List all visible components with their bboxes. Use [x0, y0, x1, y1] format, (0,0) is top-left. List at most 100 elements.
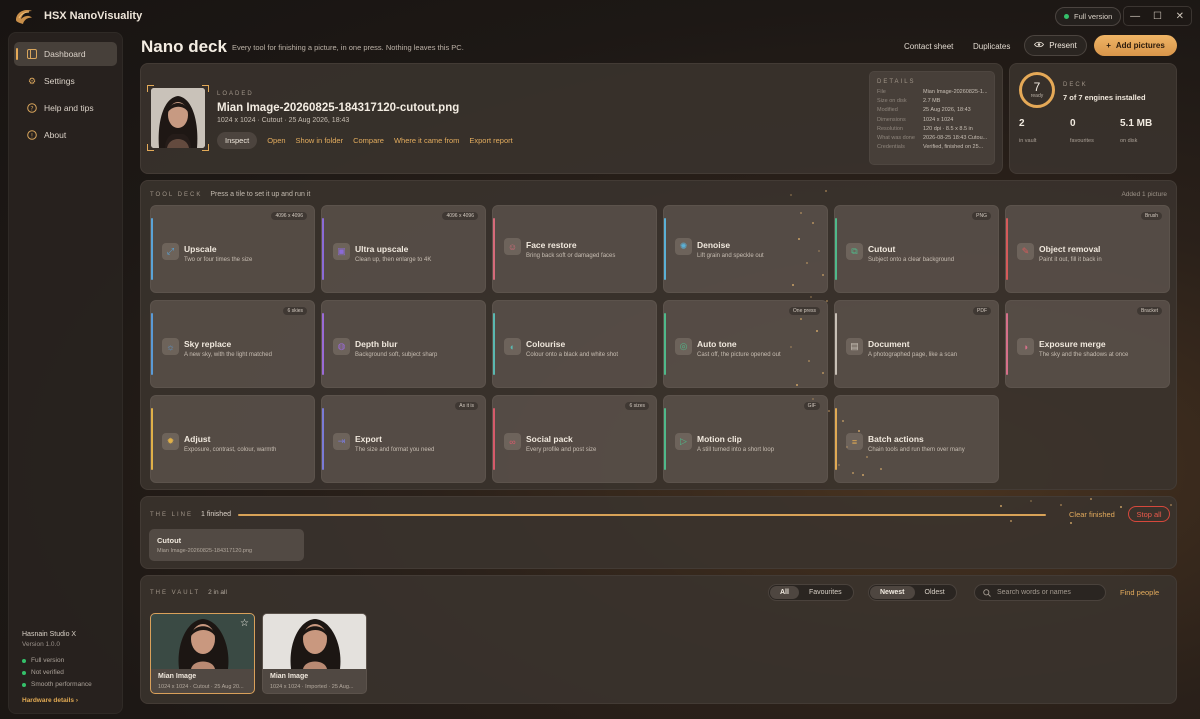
loaded-actions: Inspect Open Show in folder Compare Wher…	[217, 132, 513, 149]
sparkle-dot	[846, 446, 848, 448]
where-it-came-from-button[interactable]: Where it came from	[394, 136, 459, 145]
tool-tile-ultra-upscale[interactable]: ▣ Ultra upscale Clean up, then enlarge to …	[321, 205, 486, 293]
info-icon: !	[27, 130, 37, 140]
minimize-button[interactable]: —	[1125, 11, 1145, 22]
tool-tile-colourise[interactable]: ◐ Colourise Colour onto a black and white …	[492, 300, 657, 388]
ready-count: 7	[1033, 80, 1041, 94]
tool-tile-upscale[interactable]: ⤢ Upscale Two or four times the size 4096 x…	[150, 205, 315, 293]
hardware-details-link[interactable]: Hardware details ›	[22, 697, 122, 704]
brand: HSX NanoVisuality	[12, 6, 142, 26]
tool-deck-header: TOOL DECK Press a tile to set it up and …	[150, 191, 310, 198]
sparkle-dot	[806, 262, 808, 264]
export-icon: ⇥	[333, 433, 350, 450]
vault-panel: THE VAULT 2 in all All Favourites Newest…	[140, 575, 1177, 704]
detail-row: Dimensions 1024 x 1024	[877, 116, 954, 123]
tool-description: Two or four times the size	[184, 257, 253, 263]
sidebar-item-settings[interactable]: ⚙ Settings	[14, 69, 117, 93]
vault-card[interactable]: ☆ Mian Image 1024 x 1024 · Cutout · 25 A…	[150, 613, 255, 694]
tool-name: Sky replace	[184, 339, 232, 349]
sparkle-dot	[838, 464, 840, 466]
sparkle-dot	[1170, 504, 1172, 506]
version-badge[interactable]: Full version	[1055, 7, 1122, 26]
sparkle-dot	[1120, 506, 1122, 508]
status-dot	[22, 682, 26, 687]
tool-deck-hint: Press a tile to set it up and run it	[210, 191, 311, 198]
sidebar-item-label: About	[44, 130, 67, 140]
maximize-button[interactable]: ☐	[1147, 11, 1167, 22]
search-input[interactable]	[997, 589, 1097, 596]
clear-finished-button[interactable]: Clear finished	[1069, 510, 1115, 519]
sort-toggle: Newest Oldest	[868, 584, 957, 601]
tool-name: Face restore	[526, 240, 577, 250]
queue-progress-bar	[238, 514, 1046, 516]
sidebar-item-help[interactable]: ? Help and tips	[14, 96, 117, 120]
loaded-image-thumbnail[interactable]	[151, 88, 205, 148]
sidebar-item-dashboard[interactable]: Dashboard	[14, 42, 117, 66]
sparkle-dot	[852, 472, 854, 474]
status-dot	[1064, 14, 1069, 19]
page-title: Nano deck	[141, 37, 227, 56]
vault-card[interactable]: Mian Image 1024 x 1024 · Imported · 25 A…	[262, 613, 367, 694]
sidebar: Dashboard ⚙ Settings ? Help and tips ! A…	[8, 32, 123, 714]
find-people-button[interactable]: Find people	[1120, 588, 1159, 597]
tool-tag: PDF	[973, 307, 991, 315]
add-pictures-button[interactable]: + Add pictures	[1094, 35, 1177, 56]
tool-tile-export[interactable]: ⇥ Export The size and format you need As it…	[321, 395, 486, 483]
vault-card-name: Mian Image	[158, 673, 197, 680]
detail-row: File Mian Image-20260825-1...	[877, 89, 987, 95]
tool-name: Auto tone	[697, 339, 737, 349]
filter-all-button[interactable]: All	[770, 586, 799, 599]
finished-count: 1 finished	[201, 511, 231, 518]
tool-tile-adjust[interactable]: ✹ Adjust Exposure, contrast, colour, warmt…	[150, 395, 315, 483]
duplicates-button[interactable]: Duplicates	[973, 42, 1010, 51]
tool-tile-exposure-merge[interactable]: ◑ Exposure merge The sky and the shadows a…	[1005, 300, 1170, 388]
tool-description: Every profile and post size	[526, 447, 597, 453]
present-label: Present	[1049, 41, 1077, 50]
queue-job-card[interactable]: Cutout Mian Image-20260825-184317120.png	[149, 529, 304, 561]
tool-tile-document[interactable]: ▤ Document A photographed page, like a sca…	[834, 300, 999, 388]
page-subtitle: Every tool for finishing a picture, in o…	[232, 43, 464, 52]
sparkle-dot	[1070, 522, 1072, 524]
window-controls: — ☐ ✕	[1123, 6, 1192, 26]
show-in-folder-button[interactable]: Show in folder	[296, 136, 344, 145]
status-label: Full version	[31, 657, 65, 664]
tool-tile-depth-blur[interactable]: ◍ Depth blur Background soft, subject shar…	[321, 300, 486, 388]
tool-tile-face-restore[interactable]: ☺ Face restore Bring back soft or damaged …	[492, 205, 657, 293]
eye-icon	[1034, 41, 1045, 50]
export-report-button[interactable]: Export report	[469, 136, 512, 145]
contact-sheet-button[interactable]: Contact sheet	[904, 42, 953, 51]
filter-favourites-button[interactable]: Favourites	[799, 586, 852, 599]
tool-tile-sky-replace[interactable]: ☼ Sky replace A new sky, with the light ma…	[150, 300, 315, 388]
sort-oldest-button[interactable]: Oldest	[915, 586, 955, 599]
favourite-star-icon[interactable]: ☆	[240, 618, 249, 629]
inspect-button[interactable]: Inspect	[217, 132, 258, 149]
tool-tile-auto-tone[interactable]: ◎ Auto tone Cast off, the picture opened o…	[663, 300, 828, 388]
sparkle-dot	[800, 318, 802, 320]
tool-tile-cutout[interactable]: ⧉ Cutout Subject onto a clear background PN…	[834, 205, 999, 293]
present-button[interactable]: Present	[1024, 35, 1087, 56]
tool-tag: 6 sizes	[625, 402, 649, 410]
title-bar: HSX NanoVisuality Full version — ☐ ✕	[0, 0, 1200, 32]
tool-tile-denoise[interactable]: ✺ Denoise Lift grain and speckle out	[663, 205, 828, 293]
add-pictures-label: Add pictures	[1115, 41, 1165, 50]
object-removal-icon: ✎	[1017, 243, 1034, 260]
tool-name: Exposure merge	[1039, 339, 1106, 349]
tool-tag: Bracket	[1137, 307, 1162, 315]
compare-button[interactable]: Compare	[353, 136, 384, 145]
stop-all-button[interactable]: Stop all	[1128, 506, 1170, 522]
upscale-icon: ⤢	[162, 243, 179, 260]
sidebar-item-about[interactable]: ! About	[14, 123, 117, 147]
detail-row: Resolution 120 dpi · 8.5 x 8.5 in	[877, 125, 973, 132]
tool-tile-social-pack[interactable]: ∞ Social pack Every profile and post size 6…	[492, 395, 657, 483]
tool-tile-object-removal[interactable]: ✎ Object removal Paint it out, fill it bac…	[1005, 205, 1170, 293]
tool-name: Ultra upscale	[355, 244, 409, 254]
sidebar-footer: Hasnain Studio X Version 1.0.0 Full vers…	[22, 631, 122, 704]
tool-tile-batch-actions[interactable]: ≡ Batch actions Chain tools and run them o…	[834, 395, 999, 483]
job-file: Mian Image-20260825-184317120.png	[157, 548, 253, 554]
batch-actions-icon: ≡	[846, 433, 863, 450]
tool-tile-motion-clip[interactable]: ▷ Motion clip A still turned into a short …	[663, 395, 828, 483]
open-button[interactable]: Open	[267, 136, 285, 145]
close-button[interactable]: ✕	[1170, 11, 1190, 22]
sort-newest-button[interactable]: Newest	[870, 586, 915, 599]
tool-deck-caption: TOOL DECK	[150, 192, 203, 198]
